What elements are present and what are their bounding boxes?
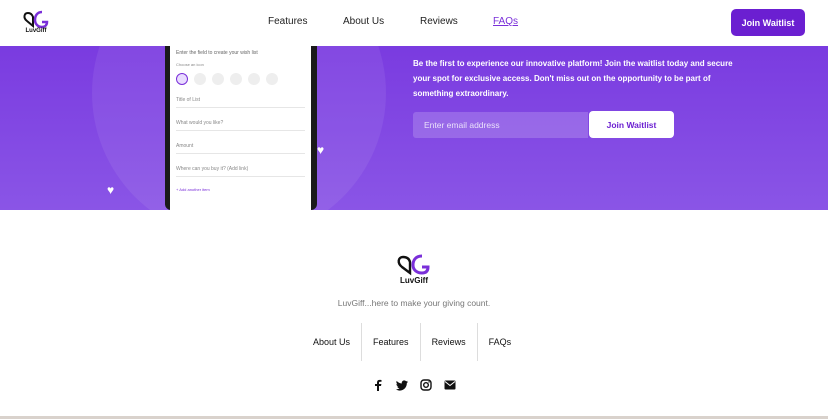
footer-logo-text: LuvGiff <box>400 276 428 285</box>
footer-features[interactable]: Features <box>362 323 421 361</box>
gift-icon[interactable] <box>176 73 188 85</box>
instagram-icon[interactable] <box>420 379 432 391</box>
site-header: LuvGiff Features About Us Reviews FAQs J… <box>0 0 828 46</box>
nav-reviews[interactable]: Reviews <box>420 16 458 27</box>
form-header: Enter the field to create your wish list <box>176 50 258 56</box>
phone-screen: Enter the field to create your wish list… <box>170 46 311 210</box>
facebook-icon[interactable] <box>372 379 384 391</box>
bag-icon[interactable] <box>194 73 206 85</box>
nav-about-us[interactable]: About Us <box>343 16 384 27</box>
heart-icon: ♥ <box>107 183 115 197</box>
hero-section: ♥ ♥ Enter the field to create your wish … <box>0 46 828 210</box>
ball-icon[interactable] <box>266 73 278 85</box>
link-field[interactable]: Where can you buy it? (Add link) <box>176 166 305 177</box>
footer-reviews[interactable]: Reviews <box>421 323 478 361</box>
mail-icon[interactable] <box>444 379 456 391</box>
car-icon[interactable] <box>212 73 224 85</box>
add-item-button[interactable]: + Add another item <box>176 187 305 192</box>
amount-field[interactable]: Amount <box>176 143 305 154</box>
tagline: LuvGiff...here to make your giving count… <box>337 298 491 308</box>
footer-links: About Us Features Reviews FAQs <box>302 323 522 361</box>
logo-text: LuvGiff <box>25 28 47 34</box>
social-links <box>372 379 456 391</box>
heart-icon: ♥ <box>317 143 325 157</box>
twitter-icon[interactable] <box>396 379 408 391</box>
phone-mockup: Enter the field to create your wish list… <box>165 46 317 210</box>
title-of-list-field[interactable]: Title of List <box>176 97 305 108</box>
choose-icon-label: Choose an icon <box>176 62 204 67</box>
icon-choices <box>176 73 305 85</box>
hero-join-waitlist-button[interactable]: Join Waitlist <box>589 111 674 138</box>
footer-logo[interactable] <box>396 252 432 278</box>
trophy-icon[interactable] <box>248 73 260 85</box>
nav-features[interactable]: Features <box>268 16 307 27</box>
email-input[interactable]: Enter email address <box>413 112 588 138</box>
footer-faqs[interactable]: FAQs <box>478 323 523 361</box>
footer-about-us[interactable]: About Us <box>302 323 363 361</box>
nav-faqs[interactable]: FAQs <box>493 16 518 27</box>
item-field[interactable]: What would you like? <box>176 120 305 131</box>
truck-icon[interactable] <box>230 73 242 85</box>
join-waitlist-button[interactable]: Join Waitlist <box>731 9 805 36</box>
hero-description: Be the first to experience our innovativ… <box>413 59 733 98</box>
